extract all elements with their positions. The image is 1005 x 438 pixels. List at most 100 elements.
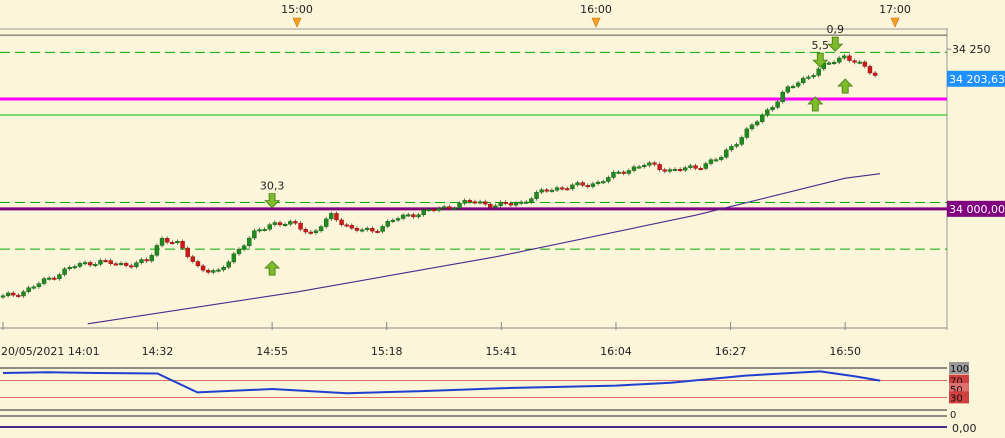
candle-up: [811, 75, 816, 78]
candle-up: [636, 166, 642, 169]
signal-label-5: 0,9: [826, 23, 844, 36]
candle-up: [611, 172, 616, 178]
candle-up: [457, 203, 462, 209]
candle-up: [539, 189, 544, 193]
candle-down: [503, 201, 508, 204]
candle-up: [606, 177, 611, 182]
candle-up: [154, 245, 160, 256]
candle-down: [334, 213, 339, 221]
candle-up: [247, 237, 252, 246]
candle-down: [164, 238, 170, 243]
candle-up: [513, 202, 519, 206]
candle-up: [493, 205, 498, 208]
time-tick-label-2: 14:55: [256, 345, 288, 358]
volume-tick-1: 0,00: [952, 422, 977, 434]
candle-down: [16, 294, 21, 297]
signal-arrow-down-5: [827, 36, 844, 52]
price-tick-label-0: 34 250: [952, 43, 991, 56]
candle-down: [205, 270, 211, 273]
candle-up: [77, 263, 83, 267]
candle-down: [677, 168, 683, 171]
candle-up: [313, 230, 319, 233]
time-tick-label-0: 20/05/2021 14:01: [1, 345, 100, 358]
candle-down: [508, 203, 514, 206]
candle-up: [831, 62, 837, 64]
candle-down: [108, 260, 113, 264]
candle-up: [252, 230, 257, 239]
candle-up: [26, 287, 31, 292]
candle-up: [262, 229, 267, 232]
candle-up: [626, 170, 632, 174]
candle-up: [780, 91, 785, 102]
rsi-tick-label-3: 30: [950, 393, 963, 404]
candle-up: [554, 187, 560, 191]
time-tick-label-5: 16:04: [600, 345, 632, 358]
candle-up: [21, 291, 26, 297]
candle-up: [231, 253, 237, 263]
candle-down: [293, 221, 298, 224]
candle-up: [724, 149, 729, 158]
candle-up: [529, 198, 534, 203]
candle-up: [5, 292, 11, 296]
candle-up: [134, 262, 139, 267]
candle-up: [534, 191, 539, 199]
candle-up: [257, 229, 262, 232]
candle-down: [190, 256, 196, 262]
candle-down: [488, 203, 493, 208]
candle-up: [765, 109, 770, 116]
candle-down: [195, 261, 201, 267]
candle-down: [354, 228, 360, 231]
candle-down: [867, 66, 873, 74]
candle-down: [277, 222, 283, 226]
candle-up: [739, 137, 744, 145]
time-tick-label-3: 15:18: [371, 345, 403, 358]
rsi-tick-label-0: 100: [950, 364, 969, 375]
candle-up: [0, 295, 6, 298]
candle-up: [749, 124, 755, 130]
signal-label-0: 30,3: [260, 180, 285, 193]
candle-down: [847, 55, 852, 61]
candle-up: [385, 221, 390, 227]
candle-up: [785, 86, 791, 93]
candle-up: [46, 277, 52, 280]
candle-up: [549, 189, 555, 192]
candle-down: [580, 182, 585, 186]
candle-up: [601, 181, 606, 184]
candle-up: [216, 269, 221, 272]
candle-down: [872, 72, 878, 76]
candle-down: [180, 241, 185, 249]
candle-up: [329, 213, 334, 220]
candle-up: [570, 184, 575, 190]
candle-up: [816, 68, 821, 76]
candle-up: [390, 219, 396, 222]
candle-down: [344, 224, 349, 227]
candle-up: [93, 264, 98, 266]
candle-up: [272, 222, 278, 225]
candle-up: [744, 128, 750, 138]
candle-up: [575, 182, 580, 186]
candle-up: [754, 121, 760, 126]
candle-up: [282, 224, 288, 226]
candle-up: [288, 221, 293, 225]
candle-up: [211, 270, 216, 273]
candle-up: [729, 146, 734, 151]
stock-chart[interactable]: 20/05/2021 14:01 14:32 14:55 15:18 15:41 16:0…: [0, 0, 1005, 435]
candle-down: [129, 265, 134, 268]
candle-up: [775, 101, 780, 108]
candle-down: [411, 214, 416, 218]
candle-down: [483, 201, 488, 205]
candle-up: [57, 274, 62, 279]
top-time-marker-0: [292, 17, 302, 28]
candle-down: [123, 263, 129, 266]
time-tick-label-1: 14:32: [142, 345, 174, 358]
candle-up: [595, 181, 601, 184]
candle-up: [400, 214, 406, 219]
candle-up: [139, 259, 144, 263]
candle-down: [11, 292, 16, 296]
candle-up: [421, 209, 426, 216]
candle-down: [467, 200, 473, 203]
candle-down: [200, 265, 206, 271]
top-time-label-1: 16:00: [580, 3, 612, 16]
time-tick-label-7: 16:50: [829, 345, 861, 358]
candle-up: [441, 206, 447, 209]
